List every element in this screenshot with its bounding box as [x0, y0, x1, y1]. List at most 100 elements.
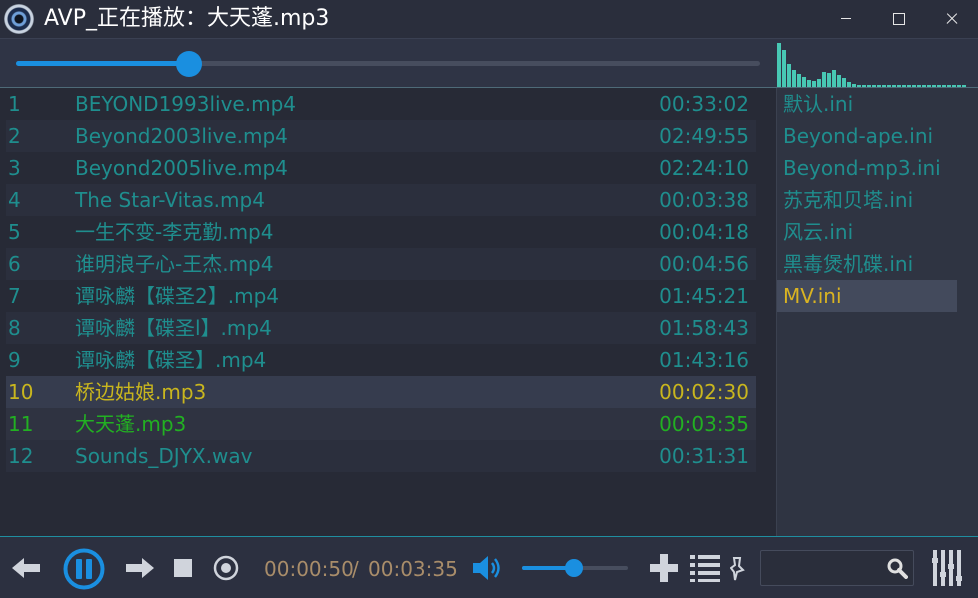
- close-button[interactable]: [931, 4, 971, 34]
- playlist-row[interactable]: 3 Beyond2005live.mp4 02:24:10: [6, 152, 756, 184]
- playlist-row-name: Sounds_DJYX.wav: [75, 444, 253, 468]
- total-time: 00:03:35: [368, 557, 458, 581]
- volume-icon[interactable]: [473, 555, 503, 581]
- playlist-row-name: 谭咏麟【碟圣】.mp4: [75, 348, 267, 372]
- spectrum-bar: [917, 85, 921, 87]
- spectrum-bar: [782, 50, 786, 87]
- current-time: 00:00:50: [264, 557, 354, 581]
- search-icon[interactable]: [886, 557, 908, 579]
- playlist-icon[interactable]: [690, 554, 720, 582]
- playlist-row-duration: 00:03:35: [659, 412, 749, 436]
- spectrum-bar: [857, 85, 861, 87]
- playlist-row-duration: 00:03:38: [659, 188, 749, 212]
- preset-item[interactable]: Beyond-mp3.ini: [777, 152, 957, 184]
- pause-button[interactable]: [63, 548, 105, 590]
- playlist-row-name: 桥边姑娘.mp3: [75, 380, 207, 404]
- previous-icon[interactable]: [12, 556, 42, 580]
- spectrum-bar: [787, 64, 791, 87]
- spectrum-bar: [817, 79, 821, 87]
- spectrum-bar: [802, 77, 806, 87]
- spectrum-bar: [822, 72, 826, 87]
- spectrum-bar: [837, 75, 841, 87]
- minimize-button[interactable]: [826, 4, 866, 34]
- playlist-row-num: 8: [8, 316, 21, 340]
- playlist-row[interactable]: 9 谭咏麟【碟圣】.mp4 01:43:16: [6, 344, 756, 376]
- spectrum-bar: [827, 73, 831, 87]
- preset-item[interactable]: 黑毒煲机碟.ini: [777, 248, 957, 280]
- playlist-row[interactable]: 4 The Star-Vitas.mp4 00:03:38: [6, 184, 756, 216]
- add-icon[interactable]: [650, 554, 678, 582]
- playlist-row-name: 谁明浪子心-王杰.mp4: [75, 252, 274, 276]
- spectrum-bar: [922, 85, 926, 87]
- spectrum-bar: [777, 43, 781, 87]
- preset-list: 默认.ini Beyond-ape.ini Beyond-mp3.ini 苏克和贝塔.…: [776, 88, 978, 536]
- playlist-row-duration: 02:24:10: [659, 156, 749, 180]
- spectrum-bar: [907, 85, 911, 87]
- playlist-row-name: 谭咏麟【碟圣l】.mp4: [75, 316, 272, 340]
- stop-icon[interactable]: [174, 559, 192, 577]
- playlist-row-name: Beyond2003live.mp4: [75, 124, 288, 148]
- spectrum-bar: [947, 85, 951, 87]
- next-icon[interactable]: [126, 556, 156, 580]
- seek-slider-track[interactable]: [16, 61, 760, 66]
- playlist-row[interactable]: 11 大天蓬.mp3 00:03:35: [6, 408, 756, 440]
- spectrum-bar: [902, 85, 906, 87]
- playlist-row-num: 11: [8, 412, 34, 436]
- playlist-row-num: 1: [8, 92, 21, 116]
- preset-item[interactable]: MV.ini: [777, 280, 957, 312]
- playlist: 1 BEYOND1993live.mp4 00:33:02 2 Beyond2003li…: [0, 88, 776, 536]
- spectrum-bar: [852, 84, 856, 87]
- playlist-row-duration: 00:31:31: [659, 444, 749, 468]
- playlist-row[interactable]: 12 Sounds_DJYX.wav 00:31:31: [6, 440, 756, 472]
- playlist-row[interactable]: 5 一生不变-李克勤.mp4 00:04:18: [6, 216, 756, 248]
- record-icon[interactable]: [213, 555, 239, 581]
- seek-slider-handle[interactable]: [176, 51, 202, 77]
- preset-item[interactable]: 默认.ini: [777, 88, 957, 120]
- seek-area: [0, 38, 978, 88]
- spectrum-bar: [812, 81, 816, 87]
- playlist-row[interactable]: 2 Beyond2003live.mp4 02:49:55: [6, 120, 756, 152]
- playlist-row-num: 4: [8, 188, 21, 212]
- control-bar: 00:00:50 / 00:03:35: [0, 536, 978, 598]
- volume-slider-handle[interactable]: [565, 559, 583, 577]
- spectrum-bar: [937, 85, 941, 87]
- playlist-row-num: 5: [8, 220, 21, 244]
- preset-item[interactable]: Beyond-ape.ini: [777, 120, 957, 152]
- playlist-row[interactable]: 8 谭咏麟【碟圣l】.mp4 01:58:43: [6, 312, 756, 344]
- playlist-row-num: 12: [8, 444, 34, 468]
- playlist-row-num: 2: [8, 124, 21, 148]
- pin-icon[interactable]: [730, 556, 748, 582]
- preset-item[interactable]: 风云.ini: [777, 216, 957, 248]
- spectrum-bar: [847, 82, 851, 87]
- spectrum-bar: [842, 78, 846, 87]
- playlist-row-num: 7: [8, 284, 21, 308]
- spectrum-bar: [807, 80, 811, 87]
- spectrum-bar: [962, 85, 966, 87]
- equalizer-icon[interactable]: [932, 550, 966, 586]
- spectrum-bar: [872, 85, 876, 87]
- spectrum-bar: [882, 85, 886, 87]
- playlist-row-name: Beyond2005live.mp4: [75, 156, 288, 180]
- playlist-row[interactable]: 10 桥边姑娘.mp3 00:02:30: [6, 376, 756, 408]
- spectrum-bar: [957, 85, 961, 87]
- playlist-row-num: 6: [8, 252, 21, 276]
- playlist-row[interactable]: 7 谭咏麟【碟圣2】.mp4 01:45:21: [6, 280, 756, 312]
- spectrum-visualizer: [777, 43, 966, 87]
- spectrum-bar: [932, 85, 936, 87]
- playlist-row-duration: 01:45:21: [659, 284, 749, 308]
- playlist-row[interactable]: 6 谁明浪子心-王杰.mp4 00:04:56: [6, 248, 756, 280]
- playlist-row-duration: 00:02:30: [659, 380, 749, 404]
- preset-item[interactable]: 苏克和贝塔.ini: [777, 184, 957, 216]
- playlist-row-duration: 01:43:16: [659, 348, 749, 372]
- playlist-row-duration: 02:49:55: [659, 124, 749, 148]
- playlist-row[interactable]: 1 BEYOND1993live.mp4 00:33:02: [6, 88, 756, 120]
- spectrum-bar: [942, 85, 946, 87]
- playlist-row-duration: 00:33:02: [659, 92, 749, 116]
- playlist-row-duration: 00:04:56: [659, 252, 749, 276]
- speaker-logo-icon[interactable]: [4, 4, 34, 34]
- playlist-row-name: 谭咏麟【碟圣2】.mp4: [75, 284, 279, 308]
- spectrum-bar: [892, 85, 896, 87]
- spectrum-bar: [832, 70, 836, 87]
- maximize-button[interactable]: [878, 4, 918, 34]
- spectrum-bar: [877, 85, 881, 87]
